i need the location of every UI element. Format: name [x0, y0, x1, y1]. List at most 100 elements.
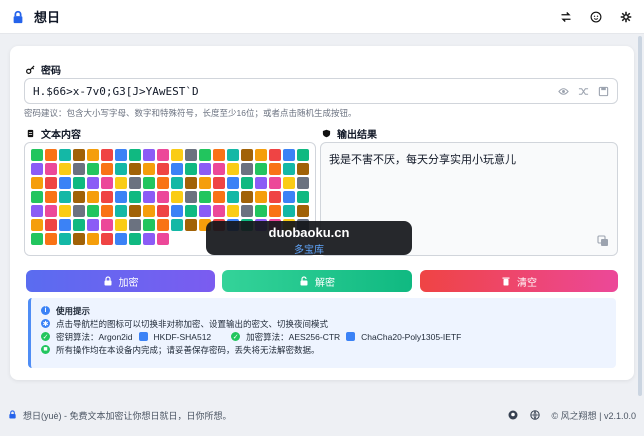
input-label: 文本内容 — [26, 126, 81, 141]
emoji-glyph — [31, 149, 43, 161]
emoji-glyph — [283, 205, 295, 217]
lock-closed-icon — [104, 276, 111, 286]
shield-icon — [322, 129, 331, 138]
footer-text: 想日(yuè) - 免费文本加密让你想日就日，日你所想。 — [23, 410, 232, 421]
emoji-glyph — [87, 219, 99, 231]
emoji-glyph — [115, 149, 127, 161]
tips-cipher-extra: ChaCha20-Poly1305-IETF — [361, 331, 462, 342]
emoji-glyph — [143, 163, 155, 175]
emoji-glyph — [171, 163, 183, 175]
emoji-glyph — [227, 163, 239, 175]
decrypt-button[interactable]: 解密 — [222, 270, 412, 292]
emoji-glyph — [213, 191, 225, 203]
emoji-glyph — [115, 205, 127, 217]
emoji-glyph — [157, 205, 169, 217]
emoji-glyph — [199, 149, 211, 161]
emoji-glyph — [115, 191, 127, 203]
emoji-glyph — [269, 149, 281, 161]
emoji-glyph — [143, 205, 155, 217]
check-icon: ✓ — [41, 332, 50, 341]
emoji-glyph — [269, 163, 281, 175]
emoji-glyph — [227, 191, 239, 203]
emoji-glyph — [115, 177, 127, 189]
emoji-glyph — [157, 163, 169, 175]
globe-icon[interactable] — [529, 410, 540, 420]
emoji-glyph — [45, 149, 57, 161]
emoji-glyph — [115, 219, 127, 231]
emoji-glyph — [297, 177, 309, 189]
emoji-glyph — [45, 219, 57, 231]
password-field[interactable]: H.$66>x-7v0;G3[J>YAwEST`D — [24, 78, 618, 104]
password-hint: 密码建议：包含大小写字母、数字和特殊符号，长度至少16位；或者点击随机生成按钮。 — [24, 108, 357, 118]
emoji-glyph — [87, 191, 99, 203]
emoji-glyph — [171, 191, 183, 203]
footer-credit: © 风之翔想 | v2.1.0.0 — [551, 410, 637, 421]
tips-kdf-extra: HKDF-SHA512 — [153, 331, 212, 342]
copy-icon[interactable] — [597, 235, 609, 247]
eye-icon[interactable] — [557, 85, 569, 97]
emoji-glyph — [185, 205, 197, 217]
emoji-glyph — [143, 177, 155, 189]
emoji-glyph — [241, 191, 253, 203]
emoji-glyph — [157, 233, 169, 245]
emoji-glyph — [87, 163, 99, 175]
emoji-glyph — [157, 191, 169, 203]
emoji-glyph — [31, 191, 43, 203]
emoji-glyph — [31, 219, 43, 231]
shuffle-icon[interactable] — [577, 85, 589, 97]
usage-tips: i 使用提示 ✱ 点击导航栏的图标可以切换非对称加密、设置输出的密文、切换夜间模… — [28, 298, 616, 368]
emoji-glyph — [185, 177, 197, 189]
emoji-glyph — [129, 163, 141, 175]
github-icon[interactable] — [508, 410, 518, 420]
emoji-glyph — [87, 177, 99, 189]
output-text: 我是不害不厌，每天分享实用小玩意儿 — [329, 154, 516, 166]
emoji-glyph — [297, 205, 309, 217]
emoji-glyph — [157, 149, 169, 161]
emoji-glyph — [129, 233, 141, 245]
password-value[interactable]: H.$66>x-7v0;G3[J>YAwEST`D — [33, 85, 199, 98]
emoji-glyph — [129, 149, 141, 161]
emoji-glyph — [269, 205, 281, 217]
smile-icon[interactable] — [588, 9, 604, 25]
watermark-domain: duobaoku.cn — [268, 225, 350, 240]
emoji-glyph — [101, 191, 113, 203]
swap-icon[interactable] — [558, 9, 574, 25]
emoji-glyph — [143, 149, 155, 161]
encrypt-button[interactable]: 加密 — [26, 270, 215, 292]
watermark-overlay: duobaoku.cn 多宝库 — [206, 221, 412, 256]
lock-open-icon — [300, 276, 308, 286]
scrollbar[interactable] — [638, 36, 642, 396]
emoji-glyph — [199, 205, 211, 217]
lock-small-icon: ■ — [41, 345, 50, 354]
emoji-glyph — [255, 205, 267, 217]
emoji-glyph — [73, 205, 85, 217]
emoji-glyph — [171, 219, 183, 231]
emoji-glyph — [59, 191, 71, 203]
emoji-glyph — [31, 233, 43, 245]
watermark-name: 多宝库 — [294, 245, 324, 256]
emoji-glyph — [101, 233, 113, 245]
emoji-glyph — [297, 149, 309, 161]
emoji-glyph — [59, 149, 71, 161]
emoji-glyph — [185, 219, 197, 231]
emoji-glyph — [59, 219, 71, 231]
emoji-glyph — [213, 163, 225, 175]
emoji-glyph — [115, 233, 127, 245]
emoji-glyph — [157, 219, 169, 231]
emoji-glyph — [213, 177, 225, 189]
password-label: 密码 — [26, 62, 61, 77]
gear-icon[interactable] — [618, 9, 634, 25]
info-icon: i — [41, 306, 50, 315]
hash-icon — [138, 332, 148, 341]
emoji-glyph — [129, 205, 141, 217]
clear-button[interactable]: 清空 — [420, 270, 618, 292]
emoji-glyph — [227, 177, 239, 189]
emoji-glyph — [45, 233, 57, 245]
emoji-glyph — [73, 233, 85, 245]
emoji-glyph — [101, 219, 113, 231]
emoji-glyph — [73, 177, 85, 189]
emoji-glyph — [199, 177, 211, 189]
save-icon[interactable] — [597, 85, 609, 97]
emoji-glyph — [31, 177, 43, 189]
tips-title: 使用提示 — [56, 305, 91, 316]
